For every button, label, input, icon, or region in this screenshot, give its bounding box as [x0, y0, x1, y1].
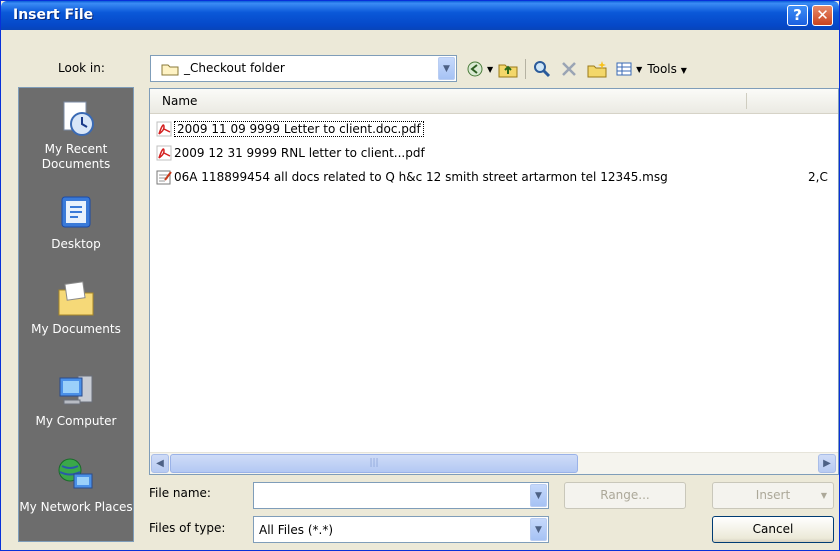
range-button[interactable]: Range...: [564, 482, 686, 509]
recent-documents-icon: [56, 98, 96, 138]
place-label: Desktop: [51, 237, 101, 251]
views-dropdown-icon[interactable]: ▼: [636, 65, 642, 74]
insert-label: Insert: [755, 488, 791, 502]
place-desktop[interactable]: Desktop: [19, 193, 133, 252]
toolbar-separator: [525, 59, 527, 79]
look-in-combo[interactable]: _Checkout folder ▼: [150, 55, 457, 82]
place-label: My Recent Documents: [41, 142, 111, 171]
place-label: My Documents: [31, 322, 121, 336]
toolbar: ▼ ▼ Tools ▼: [466, 55, 687, 83]
pdf-icon: [156, 145, 172, 161]
views-icon[interactable]: [615, 60, 633, 78]
desktop-icon: [56, 193, 96, 233]
tools-menu[interactable]: Tools ▼: [647, 62, 687, 76]
close-button[interactable]: ✕: [812, 5, 833, 26]
pdf-icon: [156, 121, 172, 137]
tools-dropdown-icon: ▼: [680, 66, 687, 75]
tools-label: Tools: [647, 62, 677, 76]
my-documents-icon: [56, 278, 96, 318]
file-type-label: Files of type:: [149, 521, 226, 535]
file-row[interactable]: 2009 11 09 9999 Letter to client.doc.pdf: [156, 119, 424, 139]
place-label: My Computer: [35, 414, 117, 428]
scroll-right-icon[interactable]: ▶: [818, 454, 836, 473]
msg-icon: [156, 169, 172, 185]
file-name-combo[interactable]: ▼: [253, 482, 549, 509]
new-folder-icon[interactable]: [587, 60, 607, 78]
place-my-computer[interactable]: My Computer: [19, 370, 133, 429]
look-in-value: _Checkout folder: [184, 61, 285, 75]
file-list[interactable]: Name 2009 11 09 9999 Letter to client.do…: [149, 88, 839, 475]
column-header-row: Name: [150, 89, 838, 114]
file-type-value: All Files (*.*): [259, 523, 334, 537]
place-my-recent-documents[interactable]: My Recent Documents: [19, 98, 133, 172]
search-web-icon[interactable]: [533, 60, 551, 78]
place-label: My Network Places: [19, 500, 133, 514]
insert-file-dialog: Insert File ? ✕ Look in: _Checkout folde…: [0, 0, 840, 551]
look-in-label: Look in:: [58, 61, 105, 75]
title-bar[interactable]: Insert File ? ✕: [1, 1, 839, 30]
cancel-button[interactable]: Cancel: [712, 516, 834, 543]
help-button[interactable]: ?: [787, 5, 808, 26]
back-icon[interactable]: [466, 60, 484, 78]
delete-icon[interactable]: [560, 60, 578, 78]
back-dropdown-icon[interactable]: ▼: [487, 65, 493, 74]
up-one-level-icon[interactable]: [498, 60, 518, 78]
file-row[interactable]: 06A 118899454 all docs related to Q h&c …: [156, 167, 668, 187]
horizontal-scrollbar[interactable]: ◀ ||| ▶: [150, 452, 838, 474]
file-name: 2009 12 31 9999 RNL letter to client...p…: [174, 146, 425, 160]
file-name-label: File name:: [149, 486, 211, 500]
place-my-network-places[interactable]: My Network Places: [19, 456, 133, 515]
places-bar: My Recent Documents Desktop My Documents…: [18, 87, 134, 542]
chevron-down-icon[interactable]: ▼: [530, 484, 547, 507]
file-name: 06A 118899454 all docs related to Q h&c …: [174, 170, 668, 184]
my-computer-icon: [56, 370, 96, 410]
insert-dropdown-icon[interactable]: ▼: [821, 483, 827, 508]
chevron-down-icon[interactable]: ▼: [530, 518, 547, 541]
column-header-name[interactable]: Name: [162, 94, 197, 108]
insert-button[interactable]: Insert ▼: [712, 482, 834, 509]
scrollbar-thumb[interactable]: |||: [170, 454, 578, 473]
dialog-title: Insert File: [13, 7, 94, 23]
chevron-down-icon[interactable]: ▼: [438, 57, 455, 80]
column-separator[interactable]: [746, 93, 747, 109]
my-network-places-icon: [56, 456, 96, 496]
file-name: 2009 11 09 9999 Letter to client.doc.pdf: [174, 121, 424, 137]
file-type-combo[interactable]: All Files (*.*) ▼: [253, 516, 549, 543]
file-row[interactable]: 2009 12 31 9999 RNL letter to client...p…: [156, 143, 425, 163]
scroll-left-icon[interactable]: ◀: [151, 454, 169, 473]
place-my-documents[interactable]: My Documents: [19, 278, 133, 337]
folder-icon: [161, 62, 179, 76]
file-extra-column: 2,C: [808, 170, 828, 184]
